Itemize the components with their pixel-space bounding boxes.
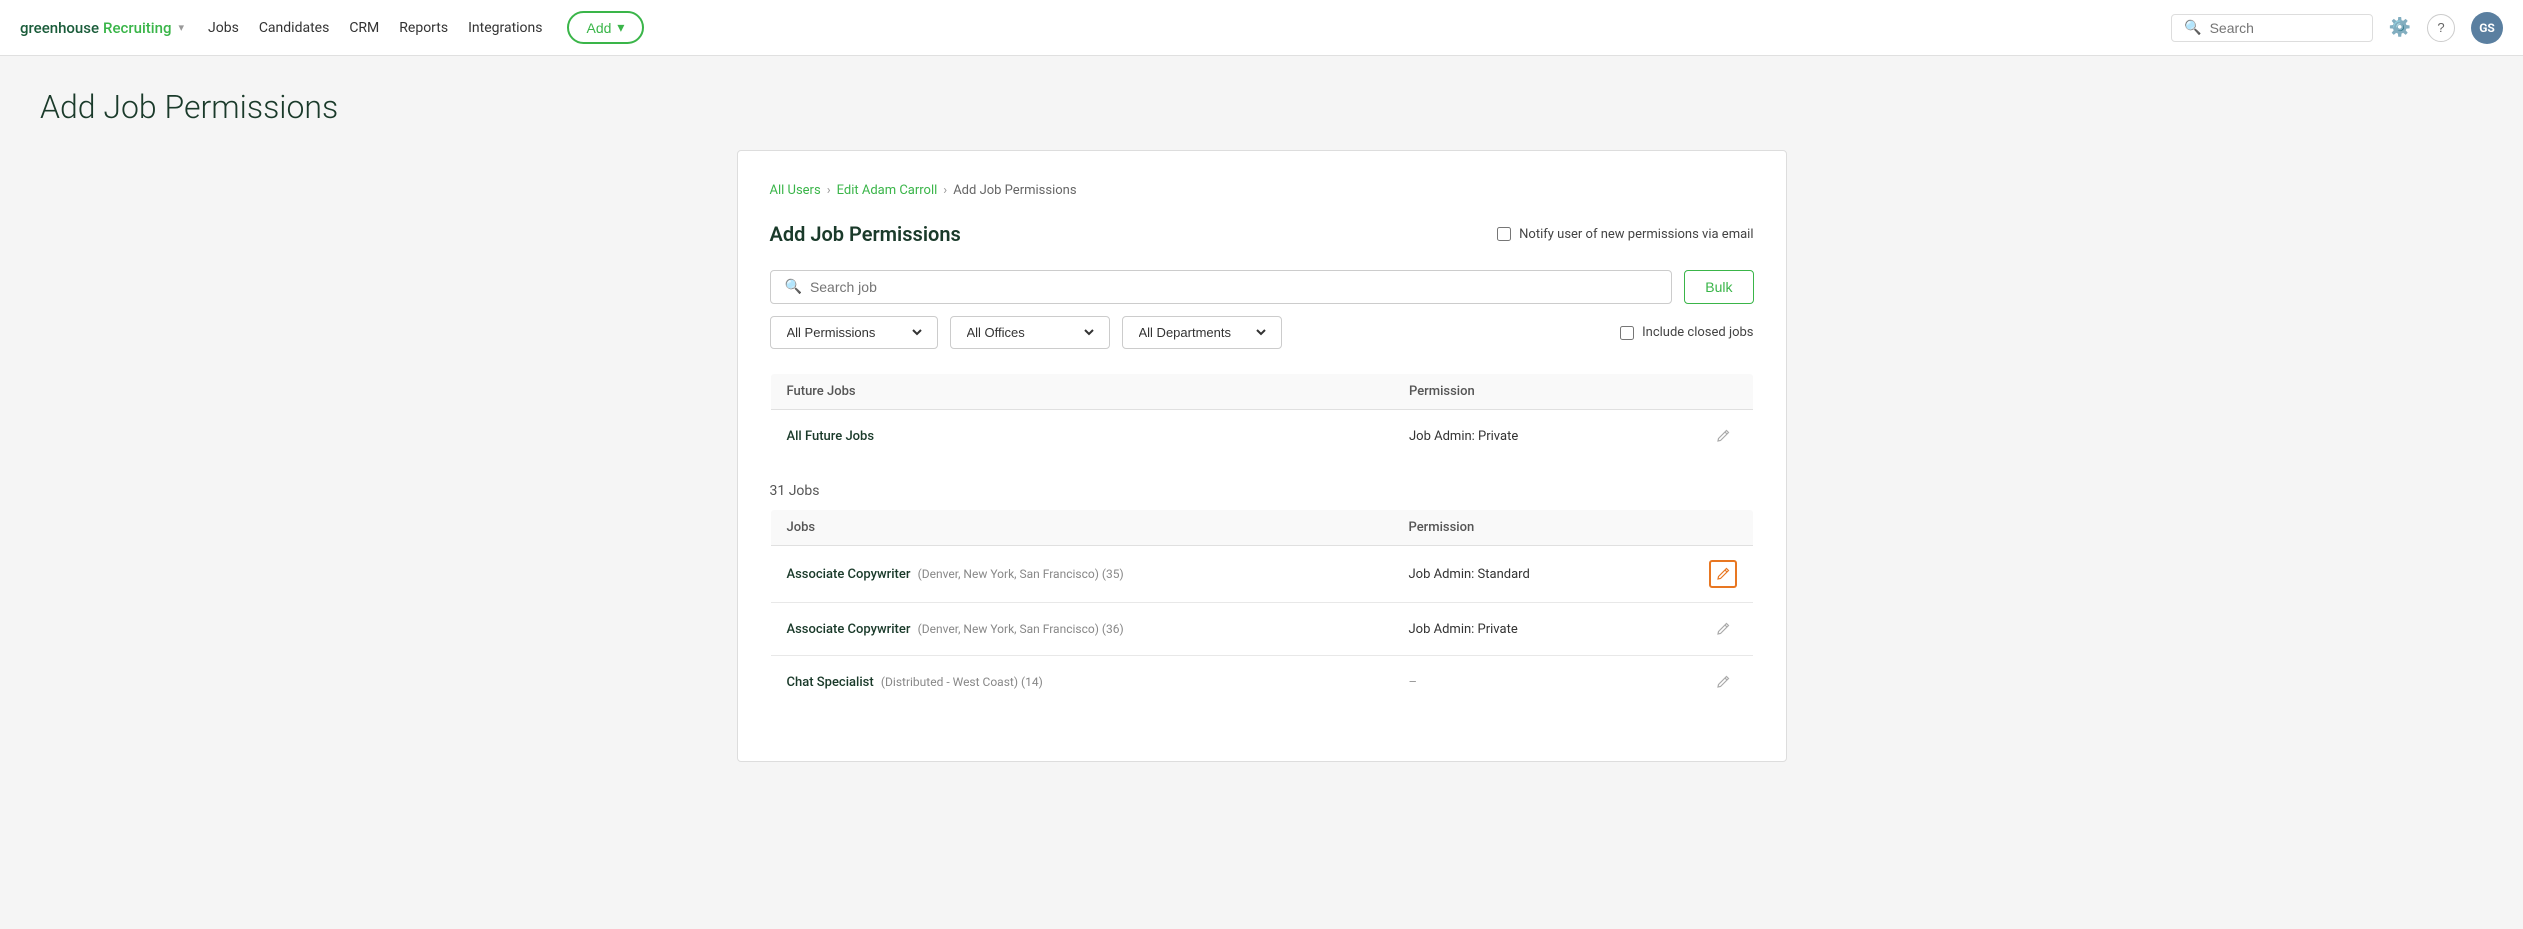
help-button[interactable]: ? [2427,14,2455,42]
departments-filter[interactable]: All Departments Marketing Engineering Sa… [1122,316,1282,349]
search-icon: 🔍 [2184,20,2201,36]
page-title: Add Job Permissions [40,88,2523,126]
breadcrumb-all-users[interactable]: All Users [770,183,821,198]
main-content: All Users › Edit Adam Carroll › Add Job … [0,150,2523,802]
nav-right: 🔍 ⚙️ ? GS [2171,12,2503,44]
table-row: All Future Jobs Job Admin: Private [770,410,1753,463]
breadcrumb-sep-2: › [943,183,947,198]
edit-icon[interactable] [1711,670,1735,694]
job-permission-1: Job Admin: Private [1393,603,1693,656]
card-header: Add Job Permissions Notify user of new p… [770,222,1754,246]
search-box[interactable]: 🔍 [2171,14,2372,42]
jobs-col2: Permission [1393,510,1693,546]
logo: greenhouse Recruiting ▾ [20,19,184,37]
future-job-name: All Future Jobs [770,410,1393,463]
nav-link-reports[interactable]: Reports [399,20,448,36]
logo-chevron-icon[interactable]: ▾ [178,21,184,34]
edit-icon[interactable] [1711,617,1735,641]
jobs-table: Jobs Permission Associate Copywriter (De… [770,509,1754,709]
jobs-col1: Jobs [770,510,1393,546]
search-row: 🔍 Bulk [770,270,1754,304]
notify-text: Notify user of new permissions via email [1519,227,1753,242]
offices-select[interactable]: All Offices Denver New York San Francisc… [963,324,1097,341]
departments-select[interactable]: All Departments Marketing Engineering Sa… [1135,324,1269,341]
breadcrumb: All Users › Edit Adam Carroll › Add Job … [770,183,1754,198]
future-job-action [1693,410,1753,463]
edit-highlighted-icon[interactable] [1709,560,1737,588]
future-job-permission: Job Admin: Private [1393,410,1693,463]
future-jobs-table: Future Jobs Permission All Future Jobs J… [770,373,1754,463]
top-nav: greenhouse Recruiting ▾ Jobs Candidates … [0,0,2523,56]
nav-link-integrations[interactable]: Integrations [468,20,542,36]
add-button-chevron-icon: ▾ [617,19,624,36]
job-permission-2: – [1393,656,1693,709]
add-button[interactable]: Add ▾ [567,11,645,44]
job-search-box[interactable]: 🔍 [770,270,1673,304]
jobs-tbody: Associate Copywriter (Denver, New York, … [770,546,1753,709]
nav-link-jobs[interactable]: Jobs [208,20,239,36]
card-title: Add Job Permissions [770,222,961,246]
future-jobs-tbody: All Future Jobs Job Admin: Private [770,410,1753,463]
logo-text-green: Recruiting [103,19,171,37]
breadcrumb-edit-user[interactable]: Edit Adam Carroll [837,183,938,198]
jobs-count: 31 Jobs [770,483,1754,499]
avatar[interactable]: GS [2471,12,2503,44]
table-row: Chat Specialist (Distributed - West Coas… [770,656,1753,709]
search-job-icon: 🔍 [785,279,802,295]
include-closed-text: Include closed jobs [1642,325,1753,340]
table-row: Associate Copywriter (Denver, New York, … [770,546,1753,603]
page-title-area: Add Job Permissions [0,56,2523,150]
filter-row: All Permissions Job Admin: Standard Job … [770,316,1754,349]
job-permission-0: Job Admin: Standard [1393,546,1693,603]
settings-button[interactable]: ⚙️ [2389,17,2411,38]
future-jobs-col-action [1693,374,1753,410]
table-row: Associate Copywriter (Denver, New York, … [770,603,1753,656]
job-search-input[interactable] [810,279,1657,295]
jobs-col-action [1693,510,1754,546]
logo-text-dark: greenhouse [20,19,99,37]
future-jobs-col2: Permission [1393,374,1693,410]
job-name-cell: Chat Specialist (Distributed - West Coas… [770,656,1393,709]
notify-checkbox[interactable] [1497,227,1511,241]
notify-label[interactable]: Notify user of new permissions via email [1497,227,1753,242]
nav-links: Jobs Candidates CRM Reports Integrations [208,20,542,36]
nav-link-candidates[interactable]: Candidates [259,20,330,36]
future-jobs-col1: Future Jobs [770,374,1393,410]
offices-filter[interactable]: All Offices Denver New York San Francisc… [950,316,1110,349]
job-action-2 [1693,656,1754,709]
include-closed-checkbox[interactable] [1620,326,1634,340]
nav-link-crm[interactable]: CRM [349,20,379,36]
breadcrumb-current: Add Job Permissions [953,183,1076,198]
future-jobs-thead: Future Jobs Permission [770,374,1753,410]
jobs-thead: Jobs Permission [770,510,1753,546]
job-name-cell: Associate Copywriter (Denver, New York, … [770,603,1393,656]
permissions-select[interactable]: All Permissions Job Admin: Standard Job … [783,324,925,341]
include-closed-label[interactable]: Include closed jobs [1620,325,1753,340]
permissions-filter[interactable]: All Permissions Job Admin: Standard Job … [770,316,938,349]
job-name-cell: Associate Copywriter (Denver, New York, … [770,546,1393,603]
card: All Users › Edit Adam Carroll › Add Job … [737,150,1787,762]
job-action-0 [1693,546,1754,603]
bulk-button[interactable]: Bulk [1684,270,1753,304]
edit-icon[interactable] [1711,424,1735,448]
breadcrumb-sep-1: › [827,183,831,198]
search-input[interactable] [2210,20,2360,36]
add-button-label: Add [587,20,612,36]
job-action-1 [1693,603,1754,656]
